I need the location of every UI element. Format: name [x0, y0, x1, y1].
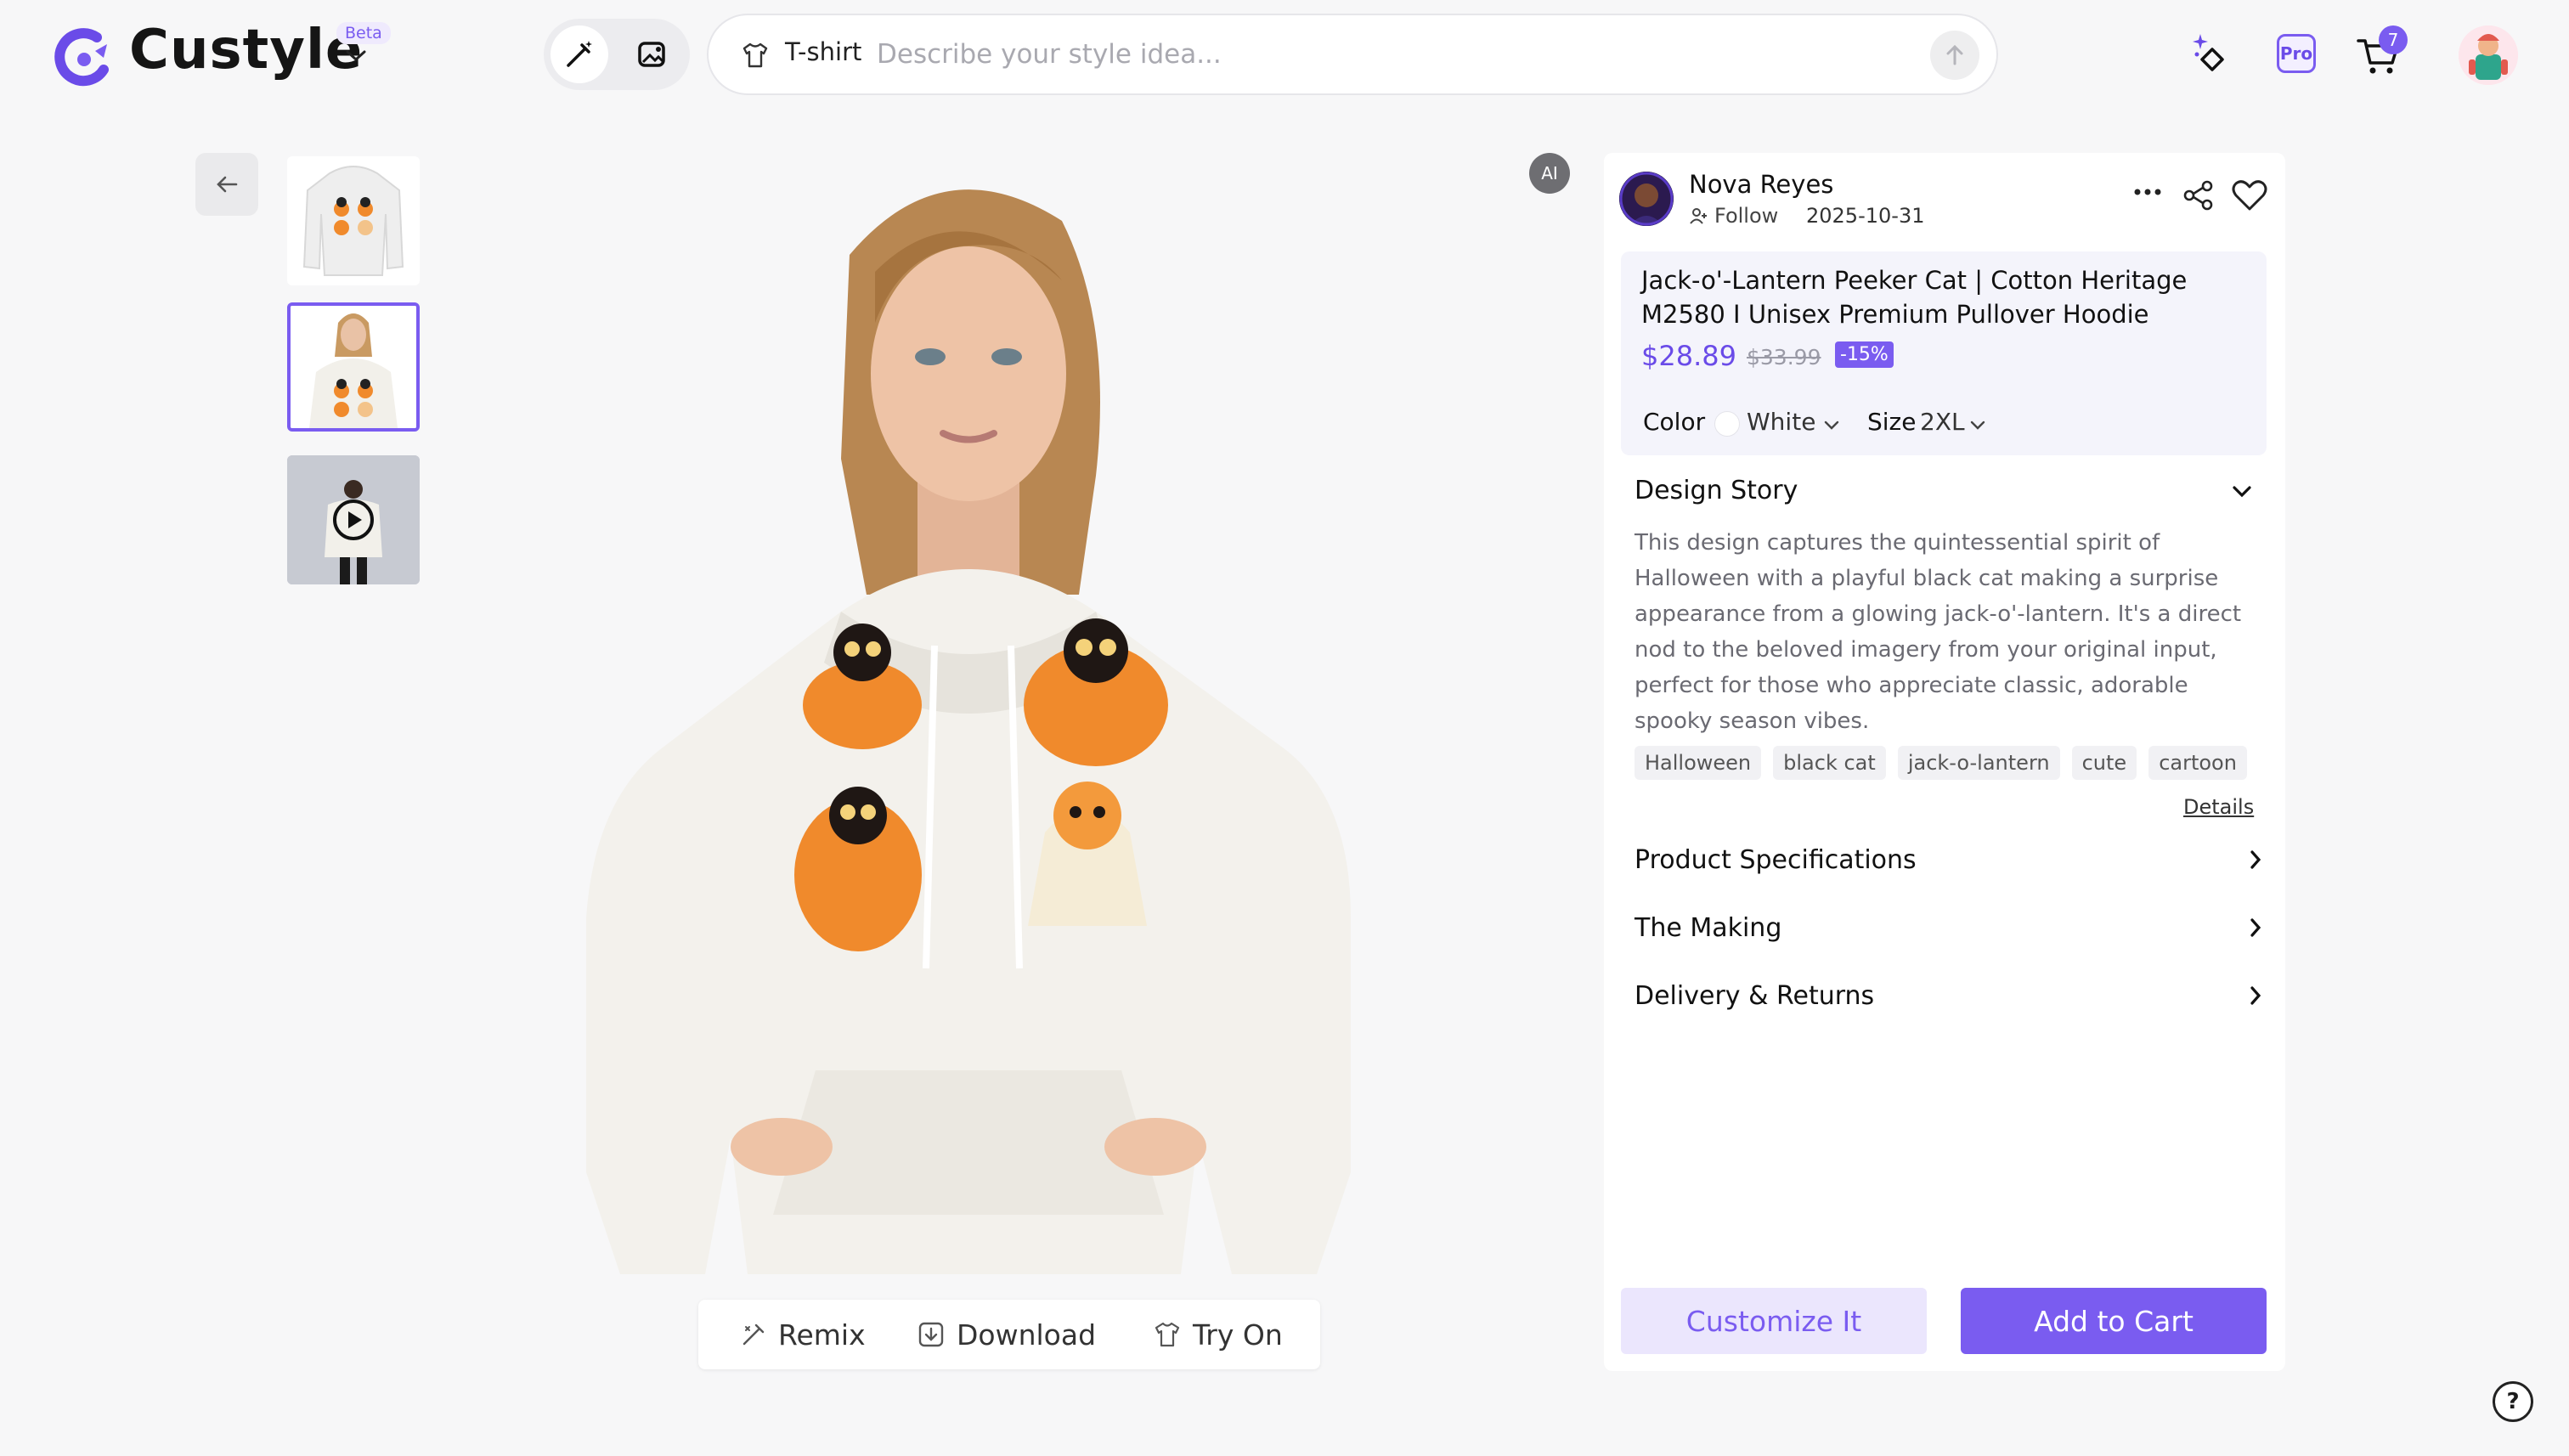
post-date: 2025-10-31: [1806, 204, 1925, 228]
product-specifications-row[interactable]: Product Specifications: [1635, 839, 2263, 880]
follow-label: Follow: [1714, 204, 1779, 228]
tshirt-icon: [1155, 1322, 1180, 1347]
product-details-panel: Nova Reyes Follow 2025-10-31 Jack-o'-Lan…: [1604, 153, 2285, 1371]
chevron-down-icon[interactable]: [345, 49, 367, 63]
the-making-row[interactable]: The Making: [1635, 907, 2263, 948]
color-label: Color: [1643, 408, 1706, 436]
product-title: Jack-o'-Lantern Peeker Cat | Cotton Heri…: [1641, 266, 2188, 329]
creator-avatar[interactable]: [1619, 172, 1674, 226]
original-price: $33.99: [1747, 345, 1821, 370]
product-model-image: [586, 153, 1436, 1274]
category-selector[interactable]: T-shirt: [785, 37, 861, 66]
logo-icon[interactable]: [53, 25, 116, 88]
arrow-left-icon: [217, 176, 238, 193]
try-on-label: Try On: [1193, 1318, 1283, 1352]
pro-badge[interactable]: Pro: [2277, 34, 2316, 73]
share-icon[interactable]: [2182, 178, 2216, 212]
chevron-down-icon[interactable]: [2231, 484, 2253, 499]
discount-badge: -15%: [1835, 341, 1894, 368]
brand-name[interactable]: Custyle: [129, 19, 363, 82]
chevron-right-icon: [2250, 986, 2261, 1005]
style-idea-input[interactable]: [877, 31, 1726, 78]
size-label: Size: [1867, 408, 1917, 436]
tshirt-icon[interactable]: [741, 41, 770, 70]
size-selector[interactable]: 2XL: [1920, 408, 1965, 436]
remix-button[interactable]: Remix: [741, 1315, 866, 1354]
add-user-icon: [1690, 208, 1707, 224]
avatar-illustration: [2459, 25, 2518, 85]
remix-icon: [742, 1323, 765, 1346]
customize-button[interactable]: Customize It: [1621, 1288, 1927, 1354]
tag-list: Halloween black cat jack-o-lantern cute cart…: [1635, 746, 2260, 785]
try-on-button[interactable]: Try On: [1154, 1315, 1283, 1354]
section-label: The Making: [1635, 912, 1782, 943]
search-bar: T-shirt: [707, 14, 1998, 95]
more-options-icon[interactable]: [2131, 182, 2165, 202]
design-story-text: This design captures the quintessential …: [1635, 530, 2242, 734]
video-thumbnail-image: [287, 455, 420, 584]
arrow-up-icon: [1946, 44, 1963, 65]
current-price: $28.89: [1641, 340, 1736, 372]
magic-sparkle-icon[interactable]: [2187, 29, 2238, 80]
chevron-right-icon: [2250, 850, 2261, 869]
tool-switcher: [544, 19, 690, 90]
model-thumbnail-image: [291, 306, 416, 428]
design-tool-button[interactable]: [550, 25, 608, 83]
follow-button[interactable]: Follow: [1689, 204, 1778, 228]
cart-count-badge: 7: [2379, 25, 2408, 54]
hoodie-flat-image: [302, 166, 404, 276]
delivery-returns-row[interactable]: Delivery & Returns: [1635, 975, 2263, 1016]
help-button[interactable]: ?: [2493, 1381, 2533, 1422]
ai-generated-badge: AI: [1529, 153, 1570, 194]
color-selector[interactable]: White: [1747, 408, 1815, 436]
add-to-cart-button[interactable]: Add to Cart: [1961, 1288, 2267, 1354]
download-label: Download: [957, 1318, 1097, 1352]
creator-avatar-image: [1619, 172, 1674, 226]
download-icon: [918, 1322, 944, 1347]
tag[interactable]: Halloween: [1635, 746, 1762, 780]
thumbnail-video[interactable]: [287, 455, 420, 584]
image-edit-icon: [638, 42, 665, 67]
submit-button[interactable]: [1930, 31, 1979, 80]
section-label: Product Specifications: [1635, 844, 1917, 875]
tag[interactable]: cute: [2071, 746, 2137, 780]
image-action-bar: Remix Download Try On: [698, 1300, 1320, 1369]
chevron-down-icon[interactable]: [1969, 420, 1986, 432]
remix-label: Remix: [778, 1318, 866, 1352]
back-button[interactable]: [195, 153, 258, 216]
chevron-right-icon: [2250, 918, 2261, 937]
tag[interactable]: black cat: [1773, 746, 1886, 780]
download-button[interactable]: Download: [918, 1315, 1096, 1354]
design-story-heading[interactable]: Design Story: [1635, 476, 1798, 505]
thumbnail-model[interactable]: [287, 302, 420, 432]
color-swatch[interactable]: [1714, 411, 1740, 437]
heart-icon[interactable]: [2231, 178, 2268, 212]
tag[interactable]: cartoon: [2148, 746, 2247, 780]
user-avatar[interactable]: [2459, 25, 2518, 85]
thumbnail-flat-hoodie[interactable]: [287, 156, 420, 285]
creator-name[interactable]: Nova Reyes: [1689, 170, 1833, 199]
tag[interactable]: jack-o-lantern: [1897, 746, 2060, 780]
chevron-down-icon[interactable]: [1823, 420, 1840, 432]
edit-wand-icon: [567, 41, 592, 67]
beta-badge: Beta: [336, 22, 391, 44]
details-link[interactable]: Details: [2183, 795, 2254, 819]
section-label: Delivery & Returns: [1635, 980, 1875, 1011]
image-tool-button[interactable]: [624, 25, 681, 83]
